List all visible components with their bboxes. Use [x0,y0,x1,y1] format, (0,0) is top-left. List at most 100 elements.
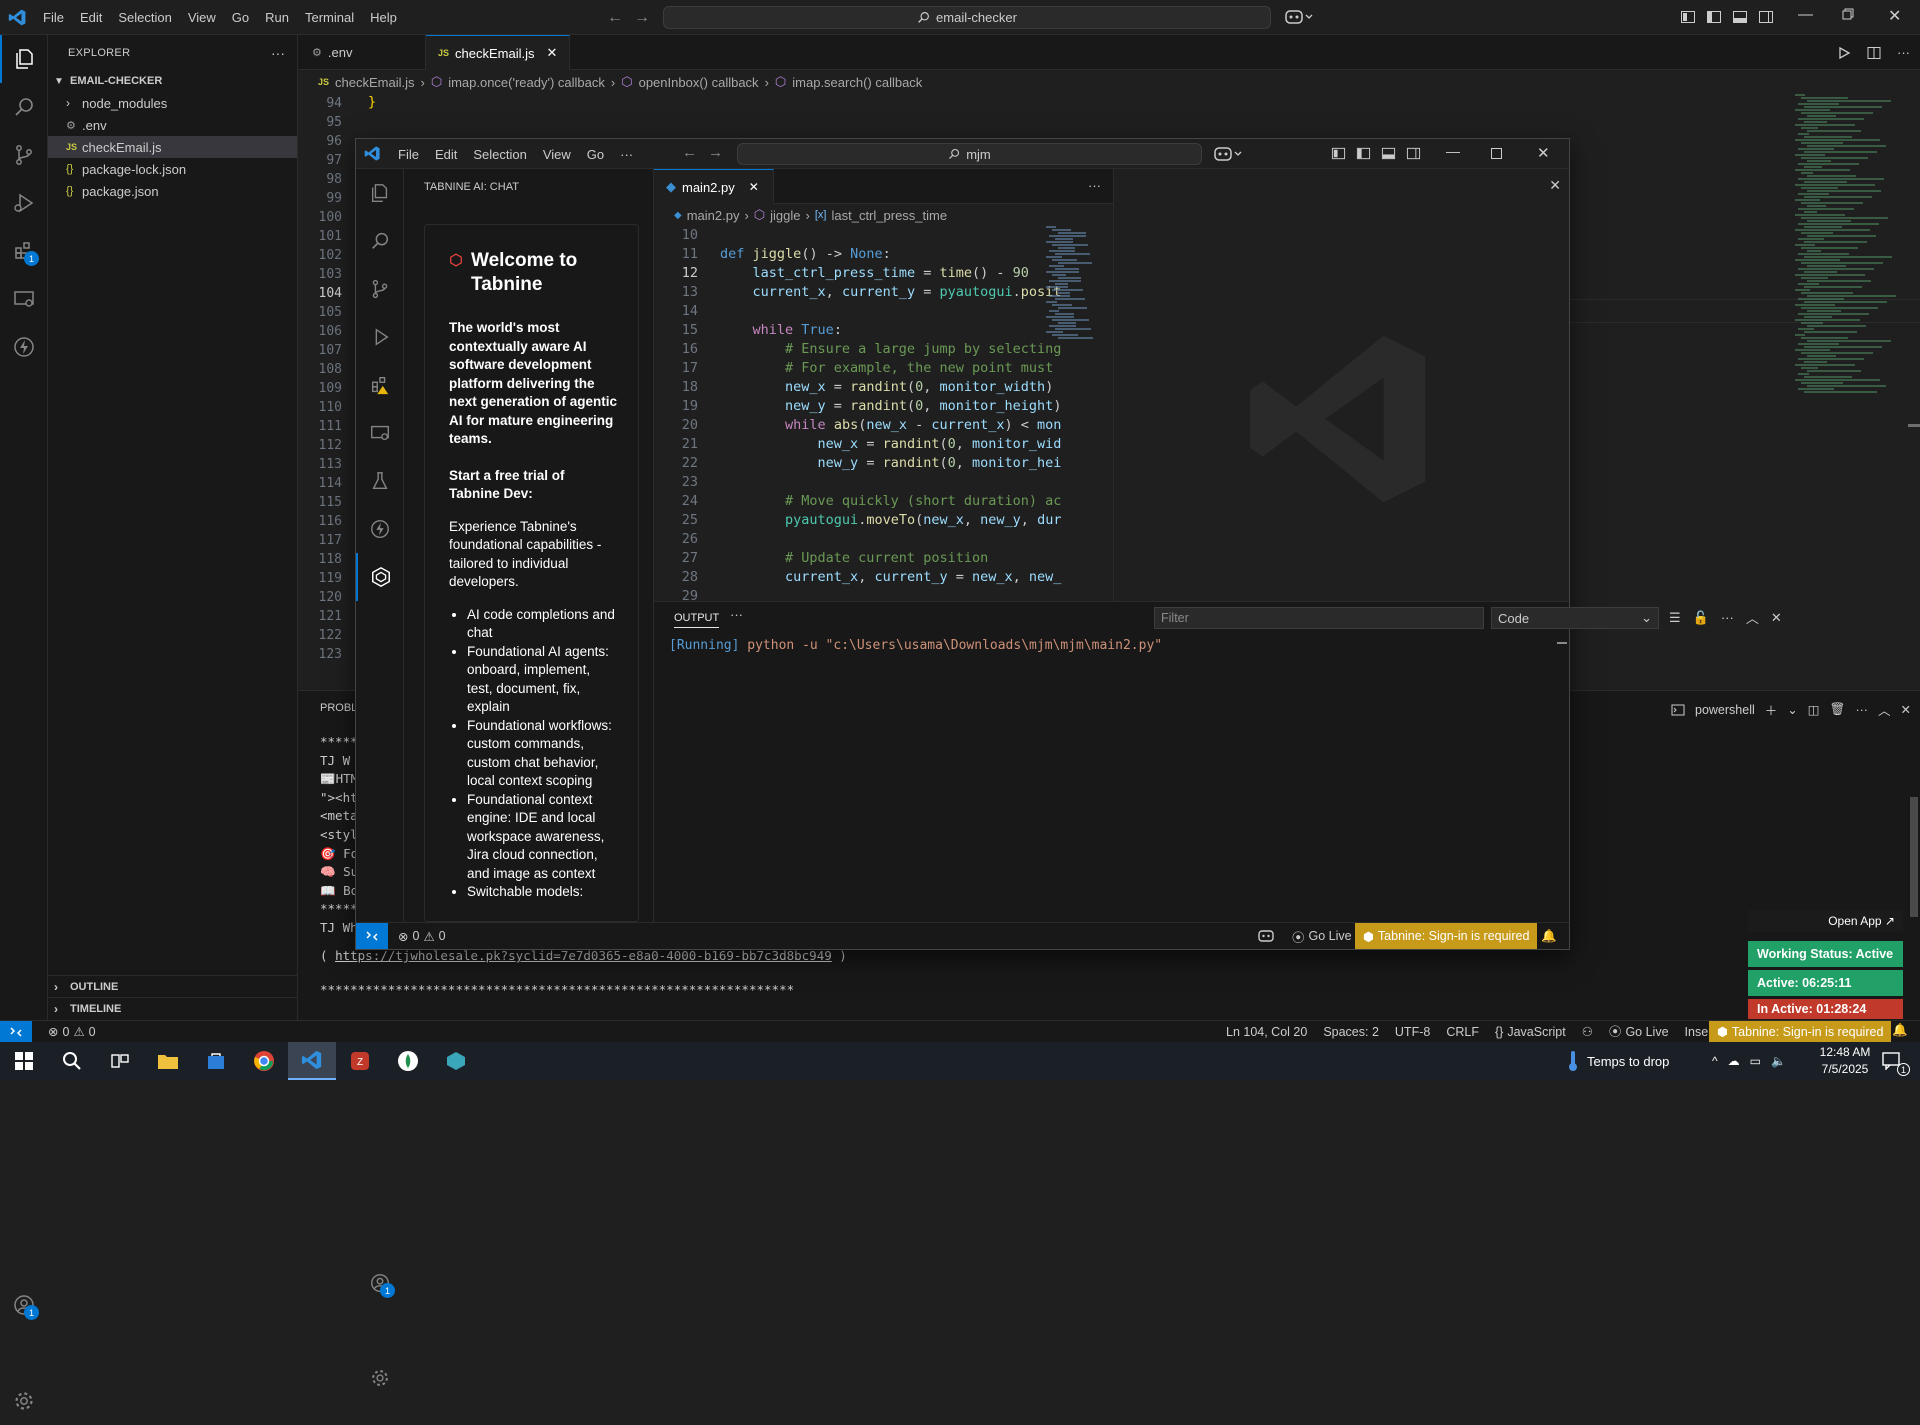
run-debug-icon[interactable] [0,179,48,227]
tree-item-checkemail[interactable]: JS checkEmail.js [48,136,297,158]
store-icon[interactable] [192,1042,240,1080]
tab-main2[interactable]: ◆ main2.py ✕ [654,169,774,204]
file-explorer-icon[interactable] [144,1042,192,1080]
close-tab-icon[interactable]: ✕ [546,45,557,61]
scrollbar-thumb[interactable] [1908,424,1920,427]
open-app-button[interactable]: Open App ↗ [1748,910,1903,932]
go-live-button[interactable]: ⦿ Go Live [1601,1021,1677,1043]
more-actions-icon[interactable]: ··· [1855,703,1868,717]
forward-arrow-icon[interactable]: → [634,9,650,27]
more-actions-icon[interactable]: ··· [1721,610,1734,625]
menu-edit[interactable]: Edit [72,0,110,35]
menu-file[interactable]: File [35,0,72,35]
breadcrumb-symbol[interactable]: last_ctrl_press_time [831,208,947,223]
tabnine-status[interactable]: ⬢ Tabnine: Sign-in is required [1709,1021,1892,1042]
copilot-icon[interactable] [1214,146,1242,162]
menu-run[interactable]: Run [257,0,297,35]
toggle-panel-icon[interactable] [1381,146,1396,161]
customize-layout-icon[interactable] [1680,9,1696,25]
cloud-icon[interactable]: ☁ [1728,1054,1740,1068]
more-actions-icon[interactable]: ··· [271,45,285,61]
breadcrumb-symbol[interactable]: jiggle [770,208,800,223]
close-tab-icon[interactable]: ✕ [749,180,759,194]
clock[interactable]: 12:48 AM 7/5/2025 [1805,1044,1885,1078]
toggle-sidebar-icon[interactable] [1706,9,1722,25]
minimize-icon[interactable]: — [1446,143,1460,159]
menu-terminal[interactable]: Terminal [297,0,362,35]
lightning-icon[interactable] [356,505,404,553]
menu-file[interactable]: File [390,147,427,162]
minimize-icon[interactable]: — [1798,6,1813,23]
problems-indicator[interactable]: ⊗ 0 ⚠ 0 [398,923,446,949]
more-actions-icon[interactable]: ··· [1897,45,1910,60]
run-debug-icon[interactable] [356,313,404,361]
trash-icon[interactable]: 🗑 [1830,702,1846,717]
extensions-warning-icon[interactable] [356,361,404,409]
terminal-name[interactable]: powershell [1695,703,1755,717]
tabnine-status[interactable]: ⬢ Tabnine: Sign-in is required [1355,923,1538,949]
toggle-panel-icon[interactable] [1732,9,1748,25]
source-control-icon[interactable] [0,131,48,179]
app-icon[interactable] [432,1042,480,1080]
run-icon[interactable] [1837,46,1851,60]
lightning-icon[interactable] [0,323,48,371]
accounts-icon[interactable]: 1 [0,1281,48,1329]
menu-selection[interactable]: Selection [110,0,179,35]
toggle-sidebar-icon[interactable] [1356,146,1371,161]
copilot-icon[interactable] [1285,9,1313,25]
breadcrumb-file[interactable]: checkEmail.js [335,75,414,90]
back-arrow-icon[interactable]: ← [607,9,623,27]
remote-indicator[interactable] [0,1021,32,1042]
menu-view[interactable]: View [535,147,579,162]
breadcrumb-symbol[interactable]: openInbox() callback [639,75,759,90]
cursor-position[interactable]: Ln 104, Col 20 [1218,1021,1315,1043]
menu-help[interactable]: Help [362,0,405,35]
tree-item-env[interactable]: ⚙ .env [48,114,297,136]
maximize-panel-icon[interactable]: ︿ [1746,608,1759,627]
maximize-icon[interactable] [1491,148,1502,159]
more-actions-icon[interactable]: ··· [730,607,743,622]
minimap[interactable] [1795,94,1905,404]
settings-gear-icon[interactable] [0,1377,48,1425]
scrollbar-thumb[interactable] [1557,642,1567,644]
lock-icon[interactable]: 🔓 [1693,610,1709,626]
minimap[interactable] [1046,226,1096,346]
app-icon[interactable] [384,1042,432,1080]
maximize-panel-icon[interactable]: ︿ [1878,700,1891,719]
problems-indicator[interactable]: ⊗ 0 ⚠ 0 [40,1021,104,1043]
settings-gear-icon[interactable] [356,1354,404,1402]
output-channel-select[interactable]: Code ⌄ [1491,607,1659,629]
tree-item-package[interactable]: {} package.json [48,180,297,202]
menu-edit[interactable]: Edit [427,147,465,162]
inner-command-center[interactable]: mjm [737,143,1202,165]
testing-flask-icon[interactable] [356,457,404,505]
restore-icon[interactable] [1842,8,1854,20]
remote-explorer-icon[interactable] [356,409,404,457]
back-arrow-icon[interactable]: ← [682,144,697,161]
encoding[interactable]: UTF-8 [1387,1021,1438,1043]
notifications-bell-icon[interactable]: 🔔 [1892,1023,1908,1038]
vscode-taskbar-icon[interactable] [288,1042,336,1080]
source-control-icon[interactable] [356,265,404,313]
search-icon[interactable] [0,83,48,131]
volume-icon[interactable]: 🔈 [1771,1054,1786,1068]
close-panel-icon[interactable]: ✕ [1900,702,1910,717]
tab-env[interactable]: ⚙ .env [298,35,426,70]
tree-item-node-modules[interactable]: › node_modules [48,92,297,114]
extensions-icon[interactable]: 1 [0,227,48,275]
breadcrumb-symbol[interactable]: imap.once('ready') callback [448,75,605,90]
close-editor-group-icon[interactable]: ✕ [1549,177,1561,194]
copilot-status-icon[interactable] [1258,923,1274,949]
menu-view[interactable]: View [180,0,224,35]
remote-indicator[interactable] [356,923,388,949]
list-filter-icon[interactable]: ☰ [1669,610,1681,626]
outline-section[interactable]: › OUTLINE [48,975,297,997]
close-panel-icon[interactable]: ✕ [1771,610,1782,626]
split-terminal-icon[interactable]: ◫ [1808,702,1820,717]
language-mode[interactable]: {} JavaScript [1487,1021,1574,1043]
menu-go[interactable]: Go [224,0,257,35]
more-menu-icon[interactable]: ··· [612,147,641,162]
network-icon[interactable]: ▭ [1750,1054,1761,1068]
chevron-down-icon[interactable]: ⌄ [1787,702,1797,717]
windows-start-icon[interactable] [0,1042,48,1080]
